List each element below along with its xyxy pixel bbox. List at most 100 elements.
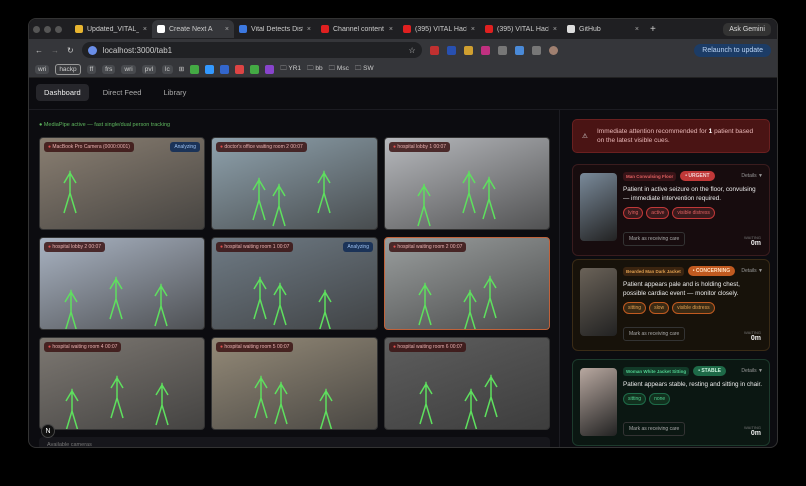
apps-icon[interactable]: ⊞ xyxy=(179,65,184,73)
waiting-value: 0m xyxy=(744,240,761,247)
site-info-icon[interactable] xyxy=(88,46,97,55)
reload-icon[interactable]: ↻ xyxy=(67,46,74,55)
browser-tab[interactable]: Channel content× xyxy=(316,20,398,38)
patient-tags: lyingactivevisible distress xyxy=(623,207,763,219)
bookmark-folder[interactable]: 🗀 SW xyxy=(355,64,374,75)
tag: active xyxy=(646,207,669,219)
available-cameras-section[interactable]: Available cameras xyxy=(39,437,550,448)
bookmark-icon[interactable] xyxy=(205,65,214,74)
address-bar[interactable]: localhost:3000/tab1 ☆ xyxy=(82,42,422,58)
close-tab-icon[interactable]: × xyxy=(471,26,475,33)
browser-window: Updated_VITAL_S×Create Next A×Vital Dete… xyxy=(28,18,778,448)
pose-skeleton-overlay xyxy=(385,238,550,330)
mark-receiving-care-button[interactable]: Mark as receiving care xyxy=(623,232,685,246)
browser-tab[interactable]: (395) VITAL Hack × xyxy=(398,20,480,38)
tab-title: GitHub xyxy=(579,26,631,33)
tab-strip: Updated_VITAL_S×Create Next A×Vital Dete… xyxy=(29,19,777,39)
browser-tab[interactable]: Create Next A× xyxy=(152,20,234,38)
tab-dashboard[interactable]: Dashboard xyxy=(36,84,89,101)
camera-feed[interactable]: hospital waiting room 1 00:07Analyzing xyxy=(211,237,378,330)
extension-icon[interactable] xyxy=(430,46,439,55)
browser-tab[interactable]: Vital Detects Dist× xyxy=(234,20,316,38)
mark-receiving-care-button[interactable]: Mark as receiving care xyxy=(623,422,685,436)
profile-avatar[interactable] xyxy=(549,46,558,55)
back-icon[interactable]: ← xyxy=(35,46,43,55)
browser-tab[interactable]: (395) VITAL Hack× xyxy=(480,20,562,38)
bookmark-folder[interactable]: 🗀 YR1 xyxy=(280,64,301,75)
new-tab-button[interactable]: + xyxy=(650,24,656,35)
window-controls[interactable] xyxy=(33,26,62,33)
bookmark-icon[interactable] xyxy=(250,65,259,74)
close-tab-icon[interactable]: × xyxy=(307,26,311,33)
patient-card: Woman White Jacket Sitting• STABLEDetail… xyxy=(572,359,770,446)
bookmark-icon[interactable] xyxy=(265,65,274,74)
camera-feed[interactable]: hospital lobby 1 00:07 xyxy=(384,137,550,230)
patient-card: Bearded Man Dark Jacket• CONCERNINGDetai… xyxy=(572,259,770,351)
bookmark-folder-label: bb xyxy=(315,65,322,72)
tab-title: (395) VITAL Hack xyxy=(415,26,467,33)
extension-icon[interactable] xyxy=(447,46,456,55)
details-toggle[interactable]: Details ▼ xyxy=(741,268,763,274)
camera-feed[interactable]: hospital waiting room 5 00:07 xyxy=(211,337,378,430)
tab-favicon xyxy=(567,25,575,33)
camera-feed[interactable]: hospital waiting room 4 00:07 xyxy=(39,337,205,430)
nextjs-devtools-button[interactable]: N xyxy=(41,424,55,438)
pose-skeleton-overlay xyxy=(40,138,205,230)
bookmark-item[interactable]: wri xyxy=(35,65,49,74)
bookmark-icon[interactable] xyxy=(235,65,244,74)
tab-library[interactable]: Library xyxy=(155,84,194,101)
browser-tab[interactable]: GitHub × xyxy=(562,20,644,38)
bookmark-item[interactable]: hackp xyxy=(55,64,80,75)
alert-text: Immediate attention recommended for xyxy=(597,128,709,135)
forward-icon[interactable]: → xyxy=(51,46,59,55)
details-toggle[interactable]: Details ▼ xyxy=(741,173,763,179)
tag: visible distress xyxy=(672,207,715,219)
triage-panel: ⚠ Immediate attention recommended for 1 … xyxy=(559,109,778,448)
pose-skeleton-overlay xyxy=(40,238,205,330)
extension-icon[interactable] xyxy=(481,46,490,55)
camera-feed[interactable]: hospital waiting room 6 00:07 xyxy=(384,337,550,430)
close-tab-icon[interactable]: × xyxy=(225,26,229,33)
pose-skeleton-overlay xyxy=(385,138,550,230)
extension-icon[interactable] xyxy=(515,46,524,55)
patient-description: Patient appears pale and is holding ches… xyxy=(623,280,763,298)
bookmark-folder[interactable]: 🗀 bb xyxy=(307,64,323,75)
bookmark-item[interactable]: wri xyxy=(121,65,135,74)
extension-icon[interactable] xyxy=(464,46,473,55)
url-text: localhost:3000/tab1 xyxy=(103,46,172,55)
patient-thumbnail[interactable] xyxy=(580,268,617,336)
patient-description: Patient appears stable, resting and sitt… xyxy=(623,380,763,389)
camera-feed[interactable]: MacBook Pro Camera (0000:0001)Analyzing xyxy=(39,137,205,230)
tag: sitting xyxy=(623,302,646,314)
bookmark-item[interactable]: pvl xyxy=(142,65,156,74)
close-tab-icon[interactable]: × xyxy=(389,26,393,33)
browser-tab[interactable]: Updated_VITAL_S× xyxy=(70,20,152,38)
camera-feed[interactable]: hospital lobby 2 00:07 xyxy=(39,237,205,330)
bookmark-folder-label: YR1 xyxy=(288,65,301,72)
tab-favicon xyxy=(485,25,493,33)
patient-card: Man Convulsing Floor• URGENTDetails ▼Pat… xyxy=(572,164,770,256)
bookmark-item[interactable]: lc xyxy=(162,65,173,74)
bookmark-folder[interactable]: 🗀 Msc xyxy=(329,64,349,75)
bookmark-star-icon[interactable]: ☆ xyxy=(409,46,416,55)
download-icon[interactable] xyxy=(532,46,541,55)
close-tab-icon[interactable]: × xyxy=(143,26,147,33)
extension-icon[interactable] xyxy=(498,46,507,55)
bookmark-item[interactable]: ff xyxy=(87,65,97,74)
camera-feed[interactable]: doctor's office waiting room 2 00:07 xyxy=(211,137,378,230)
details-toggle[interactable]: Details ▼ xyxy=(741,368,763,374)
close-tab-icon[interactable]: × xyxy=(553,26,557,33)
bookmark-icon[interactable] xyxy=(220,65,229,74)
close-tab-icon[interactable]: × xyxy=(635,26,639,33)
attention-alert: ⚠ Immediate attention recommended for 1 … xyxy=(572,119,770,153)
relaunch-button[interactable]: Relaunch to update xyxy=(694,44,771,57)
ask-gemini-button[interactable]: Ask Gemini xyxy=(723,23,771,36)
patient-thumbnail[interactable] xyxy=(580,368,617,436)
mark-receiving-care-button[interactable]: Mark as receiving care xyxy=(623,327,685,341)
bookmark-item[interactable]: frs xyxy=(102,65,115,74)
bookmark-icon[interactable] xyxy=(190,65,199,74)
camera-feed[interactable]: hospital waiting room 2 00:07 xyxy=(384,237,550,330)
patient-thumbnail[interactable] xyxy=(580,173,617,241)
tab-direct-feed[interactable]: Direct Feed xyxy=(95,84,150,101)
main-nav: Dashboard Direct Feed Library xyxy=(36,84,194,101)
